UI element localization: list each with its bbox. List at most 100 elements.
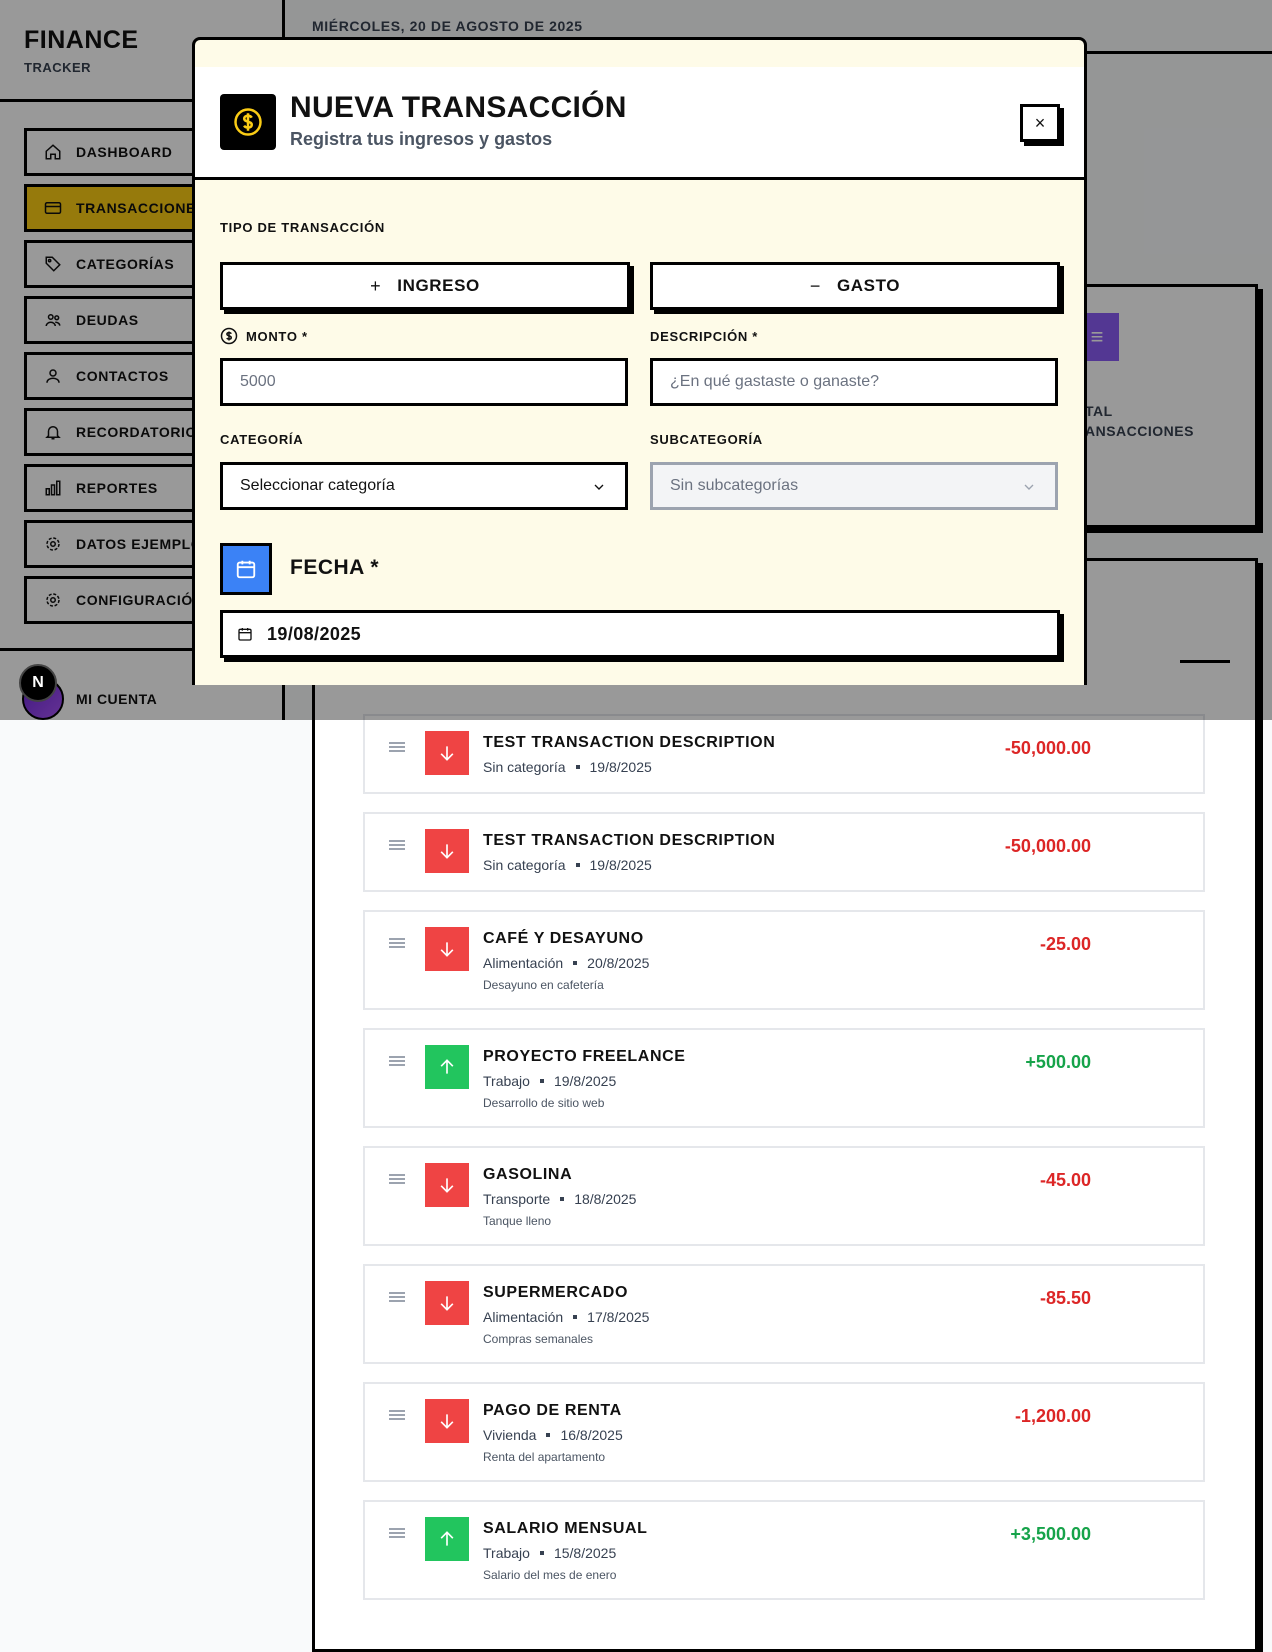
description-input[interactable]: ¿En qué gastaste o ganaste? [650,358,1058,406]
separator-dot [546,1433,551,1437]
transaction-row[interactable]: SUPERMERCADO Alimentación 17/8/2025 Compr… [363,1264,1205,1364]
transaction-row[interactable]: PAGO DE RENTA Vivienda 16/8/2025 Renta de… [363,1382,1205,1482]
transaction-amount: -25.00 [1039,934,1091,954]
minus-icon: − [809,275,821,296]
drag-handle-icon[interactable] [389,1528,405,1538]
separator-dot [575,765,580,769]
subcategory-select[interactable]: Sin subcategorías [650,462,1058,510]
next-dev-badge[interactable]: N [19,664,57,702]
arrow-up-icon [425,1517,469,1561]
transaction-category: Transporte [483,1191,551,1207]
date-input-value: 19/08/2025 [267,623,362,644]
transaction-category: Alimentación [483,955,564,971]
income-button[interactable]: + INGRESO [220,262,630,310]
arrow-down-icon [425,829,469,873]
transaction-row[interactable]: CAFÉ Y DESAYUNO Alimentación 20/8/2025 De… [363,910,1205,1010]
transaction-date: 19/8/2025 [589,759,652,775]
arrow-up-icon [425,1045,469,1089]
category-label: CATEGORÍA [220,432,304,447]
transaction-amount: -45.00 [1039,1170,1091,1190]
arrow-down-icon [425,731,469,775]
transaction-note: Desarrollo de sitio web [483,1096,605,1110]
arrow-down-icon [425,927,469,971]
drag-handle-icon[interactable] [389,1174,405,1184]
separator-dot [573,1315,578,1319]
transaction-title: SUPERMERCADO [483,1284,628,1301]
transaction-date: 17/8/2025 [587,1309,650,1325]
calendar-icon [237,626,253,642]
close-button[interactable]: × [1020,104,1060,142]
drag-handle-icon[interactable] [389,1292,405,1302]
description-label: DESCRIPCIÓN * [650,329,759,344]
separator-dot [573,961,578,965]
transaction-meta: Sin categoría 19/8/2025 [483,759,652,775]
transaction-row[interactable]: GASOLINA Transporte 18/8/2025 Tanque llen… [363,1146,1205,1246]
expense-button[interactable]: − GASTO [650,262,1060,310]
transaction-category: Trabajo [483,1073,530,1089]
date-input[interactable]: 19/08/2025 [220,610,1060,658]
modal-header: NUEVA TRANSACCIÓN Registra tus ingresos … [195,67,1084,180]
expense-button-label: GASTO [836,276,901,295]
transaction-date: 19/8/2025 [553,1073,617,1089]
transaction-amount: -50,000.00 [1004,738,1091,758]
modal-title: NUEVA TRANSACCIÓN [290,91,627,124]
drag-handle-icon[interactable] [389,938,405,948]
transaction-title: CAFÉ Y DESAYUNO [483,930,644,947]
separator-dot [539,1551,544,1555]
transaction-note: Compras semanales [483,1332,594,1346]
transaction-note: Salario del mes de enero [483,1568,617,1582]
drag-handle-icon[interactable] [389,1056,405,1066]
transaction-row[interactable]: SALARIO MENSUAL Trabajo 15/8/2025 Salario… [363,1500,1205,1600]
calendar-icon [220,543,272,595]
dollar-circle-icon [220,327,238,345]
transaction-category: Sin categoría [483,759,566,775]
transaction-category: Alimentación [483,1309,564,1325]
date-label: FECHA * [290,556,380,579]
drag-handle-icon[interactable] [389,742,405,752]
transaction-category: Trabajo [483,1545,530,1561]
transaction-category: Vivienda [483,1427,537,1443]
transaction-date: 19/8/2025 [589,857,652,873]
transaction-meta: Alimentación 17/8/2025 [483,1309,649,1325]
dollar-icon [220,94,276,150]
transaction-meta: Transporte 18/8/2025 [483,1191,636,1207]
amount-input[interactable]: 5000 [220,358,628,406]
arrow-down-icon [425,1399,469,1443]
transaction-title: TEST TRANSACTION DESCRIPTION [483,734,776,751]
transaction-date: 18/8/2025 [574,1191,637,1207]
transaction-row[interactable]: TEST TRANSACTION DESCRIPTION Sin categor… [363,714,1205,794]
chevron-down-icon [1021,479,1037,500]
amount-label: MONTO * [220,327,308,345]
transaction-title: TEST TRANSACTION DESCRIPTION [483,832,776,849]
drag-handle-icon[interactable] [389,1410,405,1420]
plus-icon: + [370,275,382,296]
transaction-amount: -85.50 [1039,1288,1091,1308]
new-transaction-modal: NUEVA TRANSACCIÓN Registra tus ingresos … [192,37,1087,685]
transaction-meta: Trabajo 15/8/2025 [483,1545,616,1561]
drag-handle-icon[interactable] [389,840,405,850]
transaction-meta: Alimentación 20/8/2025 [483,955,649,971]
transaction-type-label: TIPO DE TRANSACCIÓN [220,220,385,235]
transaction-meta: Sin categoría 19/8/2025 [483,857,652,873]
transaction-category: Sin categoría [483,857,566,873]
transaction-date: 16/8/2025 [560,1427,623,1443]
modal-subtitle: Registra tus ingresos y gastos [290,129,553,149]
transaction-note: Desayuno en cafetería [483,978,604,992]
subcategory-label: SUBCATEGORÍA [650,432,763,447]
transaction-row[interactable]: TEST TRANSACTION DESCRIPTION Sin categor… [363,812,1205,892]
subcategory-select-value: Sin subcategorías [670,477,799,494]
transaction-title: PROYECTO FREELANCE [483,1048,686,1065]
transaction-amount: -50,000.00 [1004,836,1091,856]
transaction-title: SALARIO MENSUAL [483,1520,648,1537]
transaction-row[interactable]: PROYECTO FREELANCE Trabajo 19/8/2025 Desa… [363,1028,1205,1128]
amount-label-text: MONTO * [246,328,308,344]
transaction-date: 20/8/2025 [587,955,650,971]
transaction-amount: +500.00 [1025,1052,1091,1072]
category-select[interactable]: Seleccionar categoría [220,462,628,510]
transaction-date: 15/8/2025 [553,1545,617,1561]
transaction-amount: +3,500.00 [1010,1524,1091,1544]
separator-dot [575,863,580,867]
transaction-title: GASOLINA [483,1166,573,1183]
arrow-down-icon [425,1281,469,1325]
transaction-title: PAGO DE RENTA [483,1402,622,1419]
